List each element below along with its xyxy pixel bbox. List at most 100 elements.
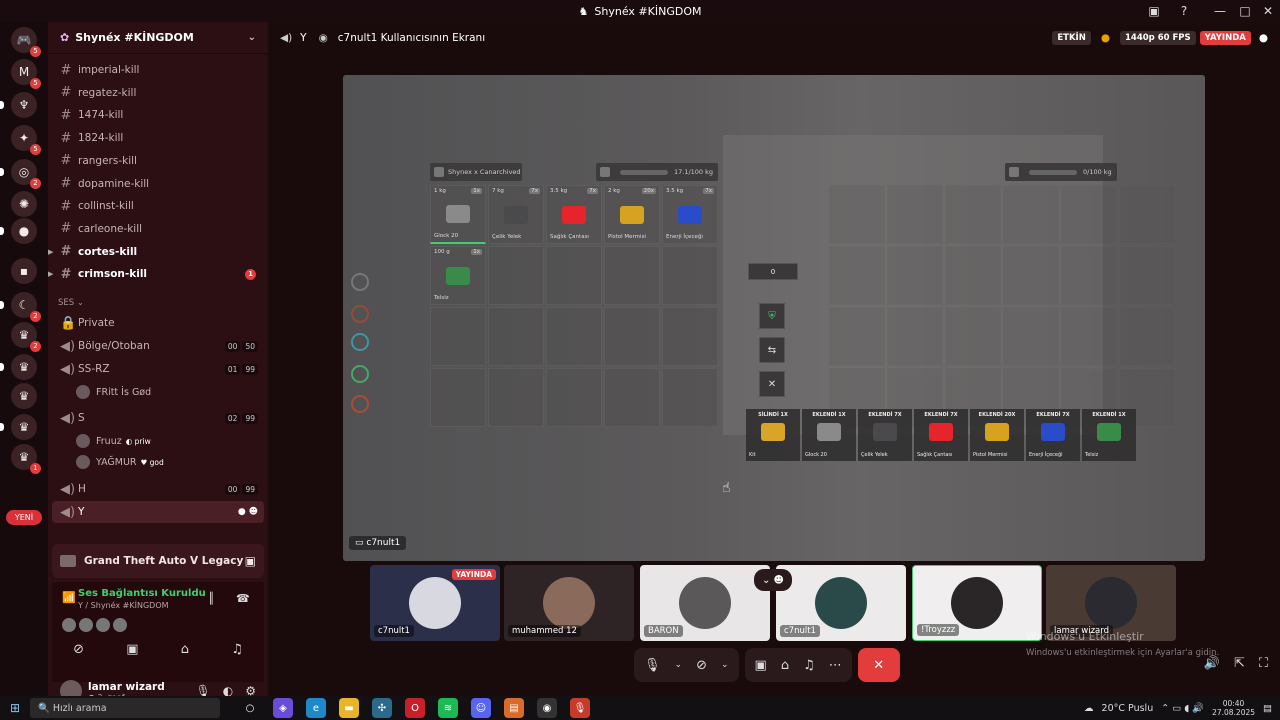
app-icon[interactable]: ▤ [504,698,524,718]
amount-input[interactable]: 0 [748,263,798,280]
empty-slot[interactable] [662,307,718,366]
server-icon[interactable]: ♛ [11,354,37,380]
empty-slot[interactable] [1119,185,1175,244]
empty-slot[interactable] [1061,185,1117,244]
notification-icon[interactable]: ▤ [1263,703,1272,714]
voice-user[interactable]: Fruuz ◐ priw [76,431,151,451]
empty-slot[interactable] [430,307,486,366]
channel-crimson-kill[interactable]: ▶ # crimson-kill 1 [48,263,264,285]
voice-channel-Y[interactable]: ◀) Y ● ☻ [52,501,264,523]
server-icon[interactable]: ▪ [11,258,37,284]
screen-share-icon[interactable]: ▣ [755,658,767,673]
more-icon[interactable]: ⋯ [829,658,842,673]
empty-slot[interactable] [1003,246,1059,305]
empty-slot[interactable] [945,246,1001,305]
tray-icons[interactable]: ⌃ ▭ ◖ 🔊 [1161,703,1204,714]
participant-tile[interactable]: YAYINDA c7nult1 [370,565,500,641]
gamepad-icon[interactable]: ⌂ [781,658,789,673]
volume-icon[interactable]: 🔊 [1204,656,1220,671]
server-icon[interactable]: ☾ 2 [11,292,41,322]
etkin-badge[interactable]: ETKİN [1052,31,1091,45]
maximize-button[interactable]: □ [1233,0,1257,22]
guild-header[interactable]: ✿ Shynéx #KİNGDOM ⌄ [48,22,268,54]
help-icon[interactable]: ? [1172,0,1196,22]
channel-carleone-kill[interactable]: # carleone-kill [52,218,264,240]
channel-collinst-kill[interactable]: # collinst-kill [52,195,264,217]
close-icon[interactable]: ✕ [759,371,785,397]
server-icon[interactable]: ✦ 5 [11,125,41,155]
channel-imperial-kill[interactable]: # imperial-kill [52,59,264,81]
voice-channel-S[interactable]: ◀) S 02 99 [52,407,264,429]
voice-status-title[interactable]: Ses Bağlantısı Kuruldu [78,588,206,599]
activity-gamepad-icon[interactable]: ⌂ [181,642,189,657]
empty-slot[interactable] [604,246,660,305]
participant-tile[interactable]: c7nult1 [776,565,906,641]
server-icon[interactable]: ✺ [11,191,37,217]
channel-cortes-kill[interactable]: ▶ # cortes-kill [48,241,264,263]
noise-icon[interactable]: ║ [208,592,215,605]
empty-slot[interactable] [1003,185,1059,244]
task-view-icon[interactable]: ○ [240,698,260,718]
inbox-icon[interactable]: ▣ [1142,0,1166,22]
participant-tile[interactable]: muhammed 12 [504,565,634,641]
search-input[interactable]: 🔍 Hızlı arama [30,698,220,718]
soundboard-icon[interactable]: ♫ [803,658,815,673]
empty-slot[interactable] [829,185,885,244]
spotify-icon[interactable]: ≋ [438,698,458,718]
empty-slot[interactable] [829,307,885,366]
server-icon[interactable]: ♛ [11,383,37,409]
inventory-slot[interactable]: 1 kg 1x Glock 20 [430,185,486,244]
empty-slot[interactable] [945,185,1001,244]
info-icon[interactable]: ● [1101,32,1110,44]
explorer-icon[interactable]: ▬ [339,698,359,718]
camera-off-icon[interactable]: ⊘ [73,642,84,657]
voice-channel-Bölge/Otoban[interactable]: ◀) Bölge/Otoban 00 50 [52,335,264,357]
server-icon[interactable]: ● [11,218,37,244]
disconnect-icon[interactable]: ☎ [236,592,250,605]
empty-slot[interactable] [1119,307,1175,366]
screen-share[interactable]: Shynex x Canarchived 17.1/100 kg 0/100 k… [343,75,1205,561]
empty-slot[interactable] [1061,246,1117,305]
microphone-icon[interactable]: 🎙 [570,698,590,718]
empty-slot[interactable] [887,307,943,366]
empty-slot[interactable] [1003,307,1059,366]
server-icon[interactable]: ♛ [11,414,37,440]
popout-icon[interactable]: ⇱ [1234,656,1245,671]
empty-slot[interactable] [1119,246,1175,305]
voice-channel-Private[interactable]: 🔒 Private [52,312,264,334]
participant-tile[interactable]: BARON [640,565,770,641]
discord-icon[interactable]: ☺ [471,698,491,718]
voice-channel-H[interactable]: ◀) H 00 99 [52,478,264,500]
channel-rangers-kill[interactable]: # rangers-kill [52,150,264,172]
participants-toggle[interactable]: ⌄ ☻ [754,569,792,591]
server-icon[interactable]: M5 [11,59,41,89]
minimize-button[interactable]: — [1208,0,1232,22]
channel-actions[interactable]: ● ☻ [238,507,258,517]
swap-icon[interactable]: ⇆ [759,337,785,363]
empty-slot[interactable] [662,368,718,427]
camera-off-icon[interactable]: ⊘ [696,658,707,673]
server-icon[interactable]: 🎮 5 [11,27,41,57]
close-button[interactable]: ✕ [1256,0,1280,22]
inventory-slot[interactable]: 2 kg 20x Pistol Mermisi [604,185,660,244]
empty-slot[interactable] [488,368,544,427]
empty-slot[interactable] [488,307,544,366]
empty-slot[interactable] [1061,307,1117,366]
server-icon[interactable]: ◎ 2 [11,159,41,189]
use-button[interactable]: ⛨ [759,303,785,329]
empty-slot[interactable] [546,246,602,305]
channel-regatez-kill[interactable]: # regatez-kill [52,82,264,104]
inventory-slot[interactable]: 3.5 kg 7x Sağlık Çantası [546,185,602,244]
app-icon[interactable]: ✣ [372,698,392,718]
empty-slot[interactable] [945,307,1001,366]
voice-user[interactable]: FRitt İs Gød [76,382,151,402]
empty-slot[interactable] [430,368,486,427]
action-controls[interactable]: ▣ ⌂ ♫ ⋯ [744,648,852,682]
inventory-slot[interactable]: 7 kg 7x Çelik Yelek [488,185,544,244]
empty-slot[interactable] [546,307,602,366]
voice-category[interactable]: SES ⌄ [58,298,84,308]
empty-slot[interactable] [887,246,943,305]
empty-slot[interactable] [604,307,660,366]
inventory-slot[interactable]: 100 g 1x Telsiz [430,246,486,305]
edge-icon[interactable]: e [306,698,326,718]
